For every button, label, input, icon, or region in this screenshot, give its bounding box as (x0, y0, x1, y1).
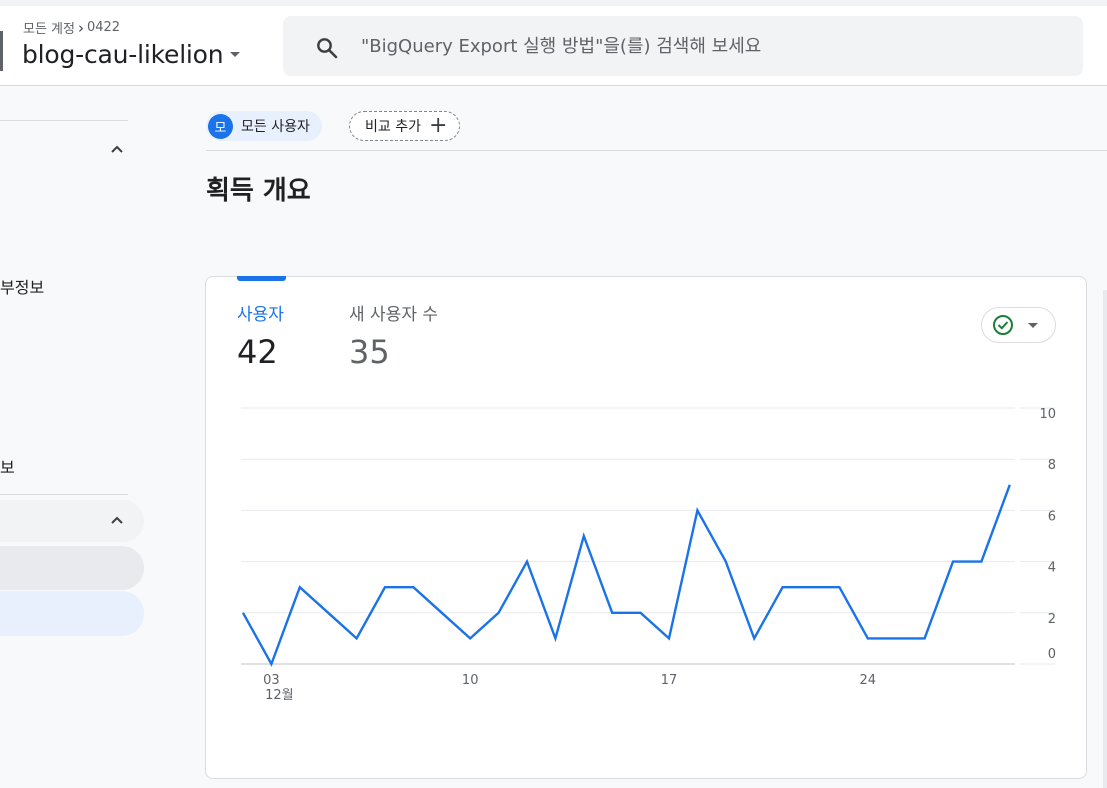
search-input[interactable] (361, 31, 1061, 61)
header-divider (206, 150, 1107, 151)
breadcrumb-account[interactable]: 모든 계정 (23, 18, 75, 37)
sidebar-item-user-info[interactable]: 부정보 (0, 274, 44, 298)
chevron-right-icon: › (77, 18, 84, 37)
sidebar-section-header[interactable] (0, 500, 144, 542)
metric-new-users[interactable]: 새 사용자 수 35 (349, 300, 438, 371)
property-selector[interactable]: blog-cau-likelion (22, 40, 241, 69)
metric-users-label: 사용자 (237, 305, 284, 325)
page-title: 획득 개요 (206, 176, 311, 206)
metric-users[interactable]: 사용자 42 (237, 300, 284, 371)
add-comparison-label: 비교 추가 (365, 119, 421, 135)
chevron-up-icon[interactable] (108, 512, 126, 530)
data-quality-status-button[interactable] (981, 307, 1056, 343)
metric-new-users-label: 새 사용자 수 (349, 305, 439, 325)
property-name: blog-cau-likelion (22, 40, 224, 69)
add-comparison-button[interactable]: 비교 추가 + (349, 111, 461, 141)
plus-icon: + (428, 113, 448, 138)
breadcrumb-account-id[interactable]: 0422 (87, 20, 120, 35)
caret-down-icon (230, 52, 241, 57)
sidebar-divider (0, 120, 128, 121)
top-bar: 모든 계정 › 0422 blog-cau-likelion (0, 0, 1107, 86)
breadcrumb[interactable]: 모든 계정 › 0422 (23, 18, 120, 38)
metric-new-users-value: 35 (349, 333, 390, 371)
sidebar-divider (0, 494, 128, 495)
sidebar-item-active[interactable] (0, 591, 144, 636)
caret-down-icon (1028, 322, 1038, 328)
segment-avatar: 모 (208, 113, 233, 139)
check-circle-icon (993, 315, 1013, 335)
acquisition-overview-card (205, 276, 1087, 779)
sidebar-item-report[interactable]: 보 (0, 454, 15, 478)
metric-users-value: 42 (237, 333, 278, 371)
segment-chip-all-users[interactable]: 모 모든 사용자 (206, 111, 322, 141)
search-bar[interactable] (283, 16, 1083, 76)
chevron-up-icon[interactable] (108, 141, 126, 159)
app-logo-edge (0, 31, 3, 71)
next-card-edge (1103, 290, 1107, 788)
sidebar: 부정보 보 (0, 87, 150, 788)
search-icon (317, 38, 338, 59)
sidebar-item[interactable] (0, 546, 144, 590)
segment-label: 모든 사용자 (241, 119, 310, 135)
selected-metric-indicator (237, 276, 286, 281)
